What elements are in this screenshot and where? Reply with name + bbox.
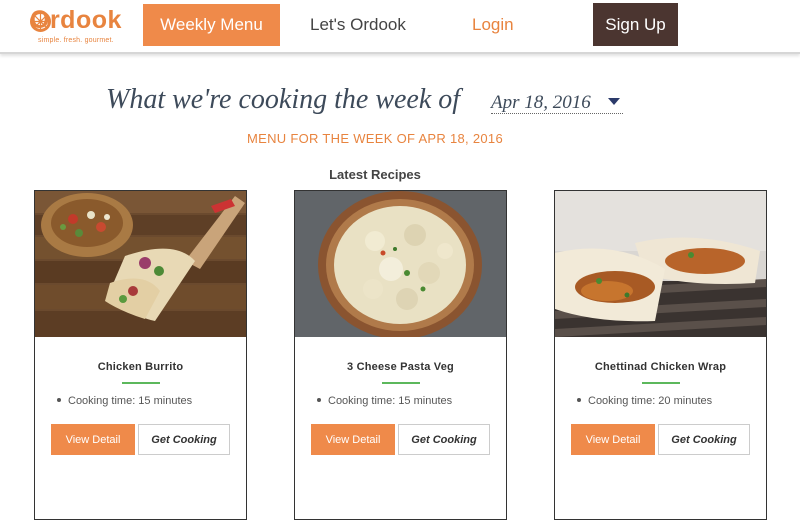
logo-text: Ordook: [30, 6, 122, 34]
cooking-time-text: Cooking time: 15 minutes: [68, 395, 193, 407]
recipe-card: Chicken Burrito Cooking time: 15 minutes…: [34, 190, 247, 520]
sign-up-button[interactable]: Sign Up: [593, 3, 678, 46]
menu-week-subheading: MENU FOR THE WEEK OF APR 18, 2016: [246, 131, 503, 146]
pasta-bowl-photo[interactable]: [295, 191, 506, 337]
bullet-icon: [57, 398, 61, 403]
cooking-time-text: Cooking time: 20 minutes: [588, 395, 713, 407]
nav-weekly-menu[interactable]: Weekly Menu: [143, 4, 280, 46]
chicken-burrito-photo[interactable]: [35, 191, 246, 337]
bullet-icon: [577, 398, 581, 403]
chicken-wrap-photo[interactable]: [555, 191, 766, 337]
logo-tagline: simple. fresh. gourmet.: [38, 37, 114, 44]
recipe-title[interactable]: 3 Cheese Pasta Veg: [295, 361, 506, 373]
recipe-card: Chettinad Chicken Wrap Cooking time: 20 …: [554, 190, 767, 520]
nav-lets-ordook[interactable]: Let's Ordook: [310, 15, 406, 35]
nav-login[interactable]: Login: [472, 15, 514, 35]
view-detail-button[interactable]: View Detail: [51, 424, 135, 455]
cooking-time-text: Cooking time: 15 minutes: [328, 395, 453, 407]
recipe-title[interactable]: Chettinad Chicken Wrap: [555, 361, 766, 373]
week-date-dropdown[interactable]: Apr 18, 2016: [491, 90, 623, 114]
recipe-card: 3 Cheese Pasta Veg Cooking time: 15 minu…: [294, 190, 507, 520]
latest-recipes-heading: Latest Recipes: [329, 167, 421, 182]
view-detail-button[interactable]: View Detail: [571, 424, 655, 455]
week-date-value: Apr 18, 2016: [491, 92, 591, 113]
week-heading: What we're cooking the week of: [106, 84, 461, 115]
bullet-icon: [317, 398, 321, 403]
get-cooking-button[interactable]: Get Cooking: [658, 424, 750, 455]
site-header: Ordook simple. fresh. gourmet. Weekly Me…: [0, 0, 800, 54]
caret-down-icon: [608, 98, 620, 105]
ordook-logo[interactable]: Ordook simple. fresh. gourmet.: [30, 6, 140, 48]
cooking-time: Cooking time: 15 minutes: [317, 395, 452, 407]
cooking-time: Cooking time: 15 minutes: [57, 395, 192, 407]
title-divider: [382, 382, 420, 384]
view-detail-button[interactable]: View Detail: [311, 424, 395, 455]
recipe-title[interactable]: Chicken Burrito: [35, 361, 246, 373]
cooking-time: Cooking time: 20 minutes: [577, 395, 712, 407]
title-divider: [642, 382, 680, 384]
get-cooking-button[interactable]: Get Cooking: [138, 424, 230, 455]
title-divider: [122, 382, 160, 384]
get-cooking-button[interactable]: Get Cooking: [398, 424, 490, 455]
